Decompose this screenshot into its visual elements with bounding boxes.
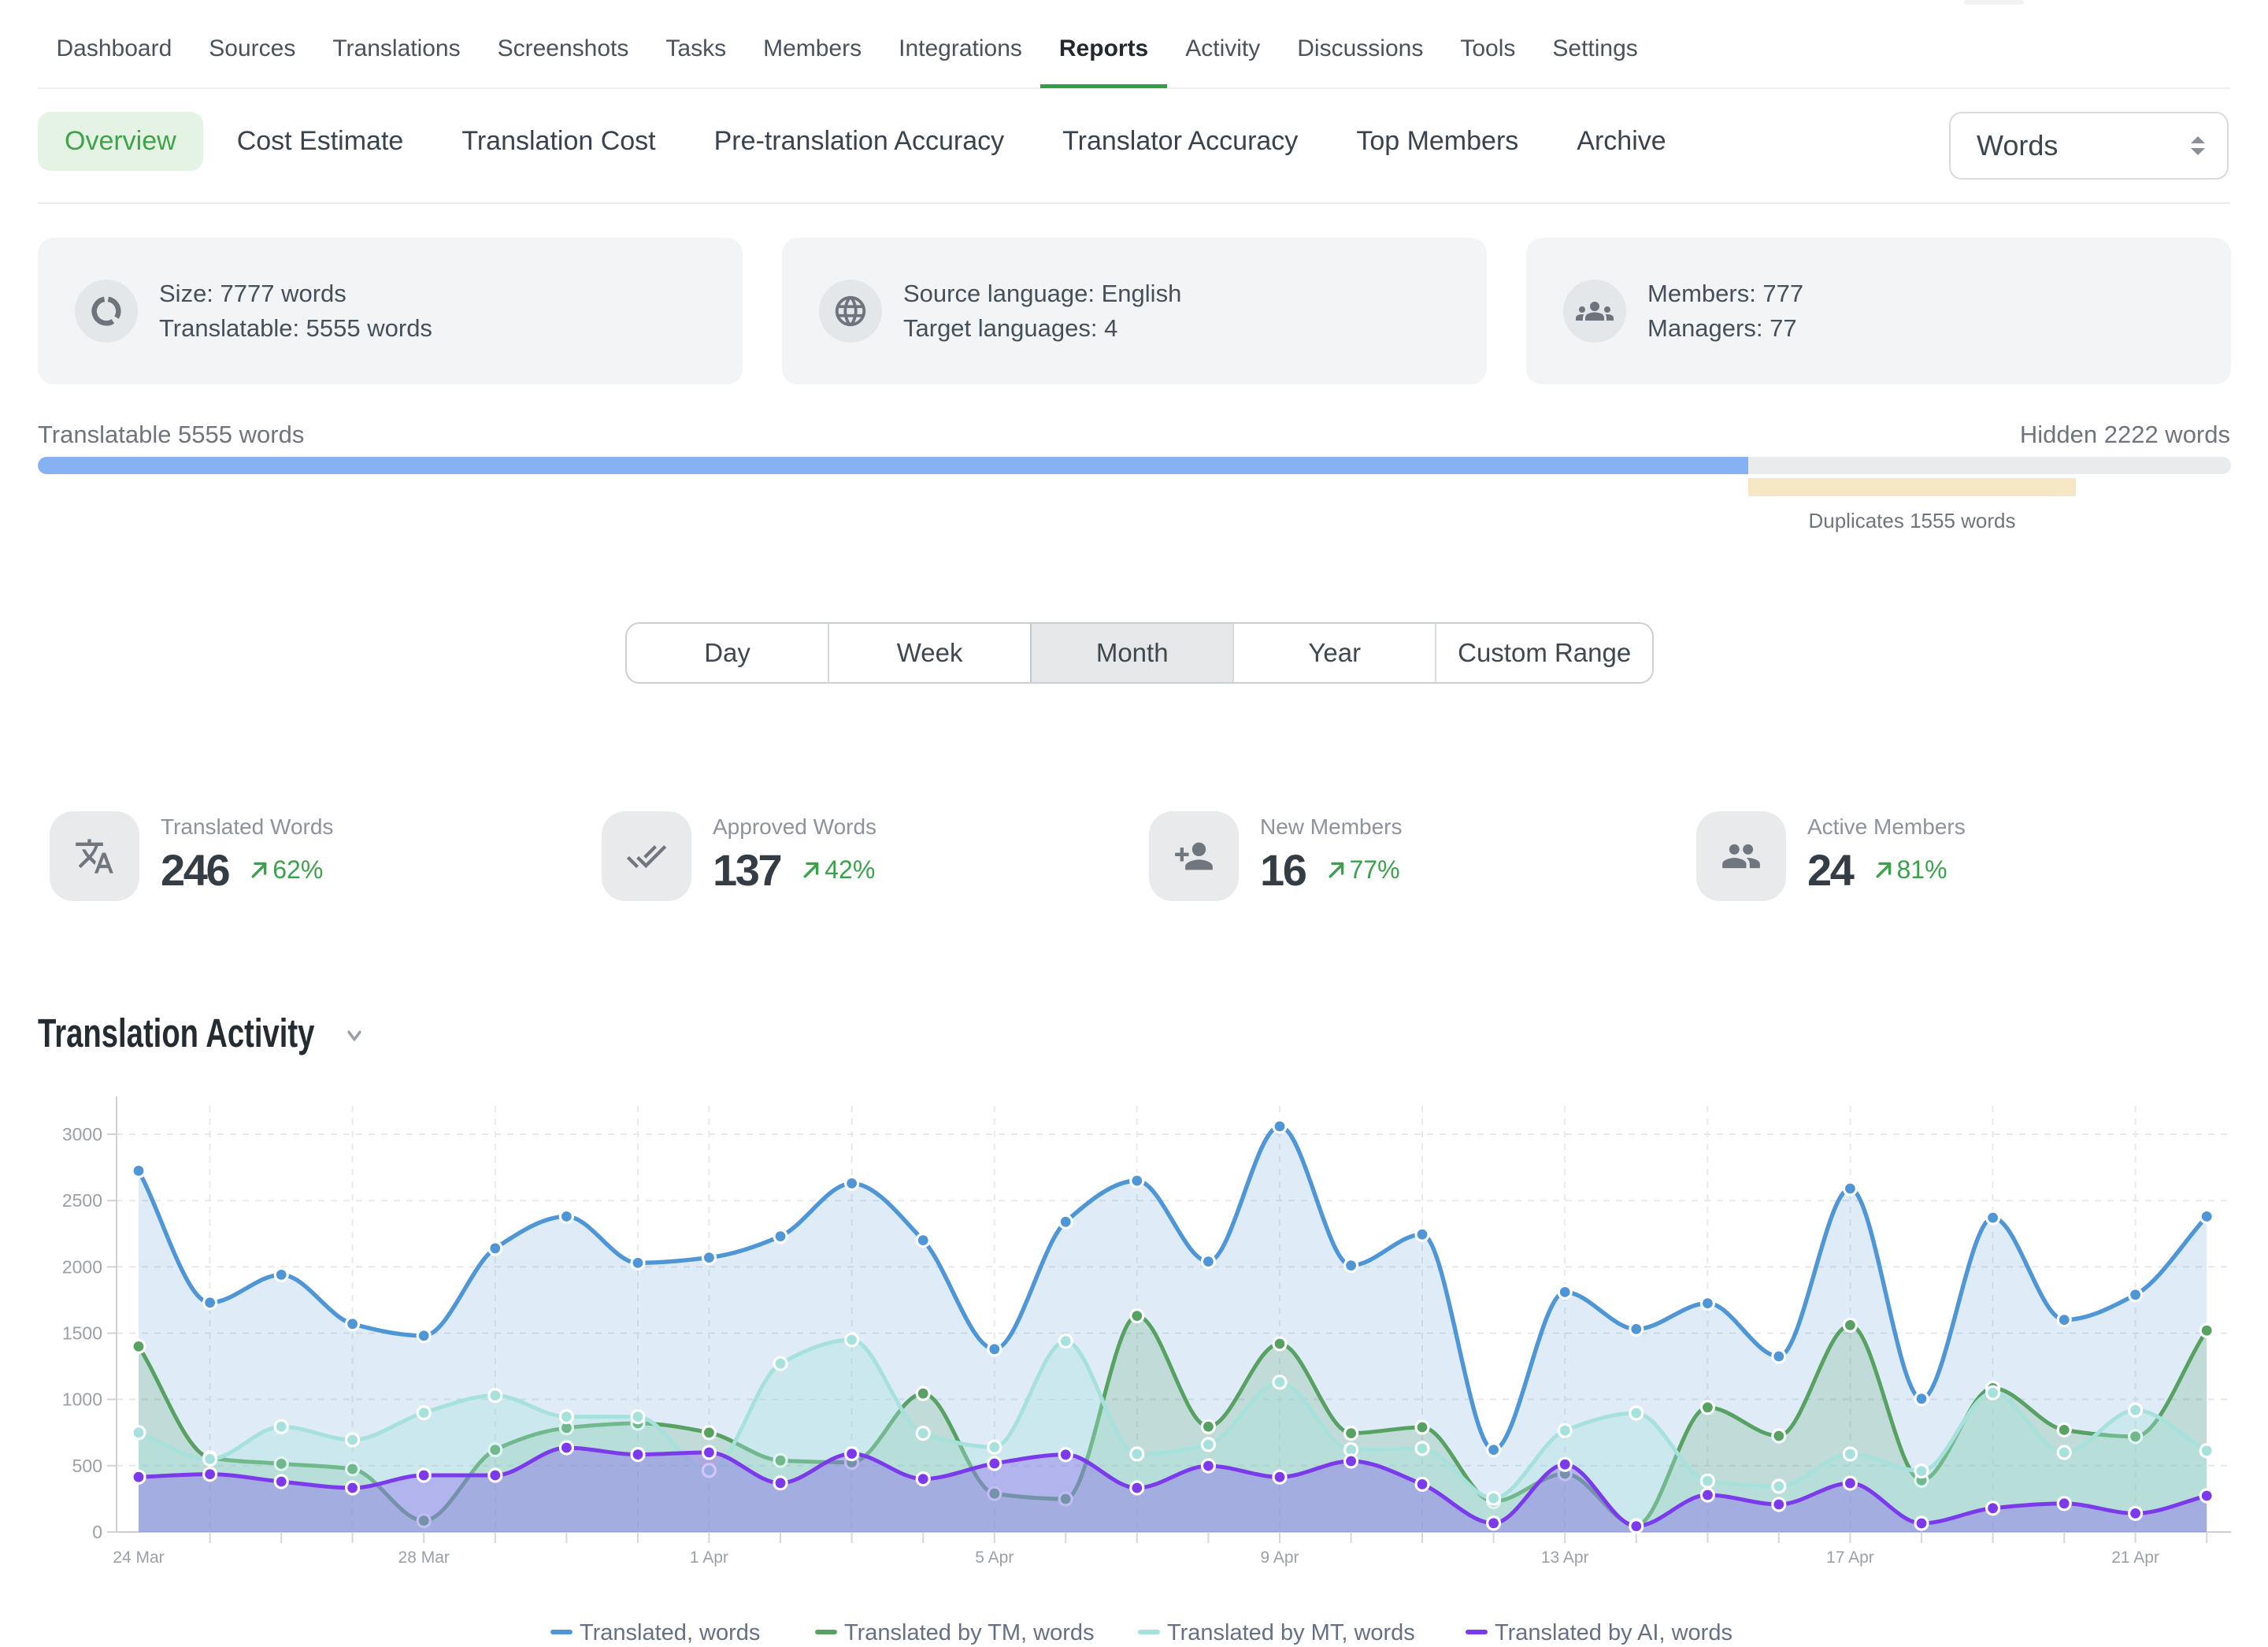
svg-text:2500: 2500 [62, 1190, 102, 1211]
svg-text:28 Mar: 28 Mar [398, 1549, 450, 1567]
svg-text:0: 0 [92, 1522, 102, 1542]
svg-text:500: 500 [72, 1456, 102, 1476]
svg-text:Translated by AI, words: Translated by AI, words [1495, 1620, 1732, 1645]
svg-text:1500: 1500 [62, 1323, 102, 1344]
svg-text:3000: 3000 [62, 1124, 102, 1144]
svg-text:5 Apr: 5 Apr [975, 1549, 1014, 1567]
svg-text:Translated by TM, words: Translated by TM, words [844, 1620, 1095, 1645]
svg-text:9 Apr: 9 Apr [1260, 1549, 1299, 1567]
svg-text:13 Apr: 13 Apr [1541, 1549, 1589, 1567]
svg-text:17 Apr: 17 Apr [1826, 1549, 1874, 1567]
svg-text:21 Apr: 21 Apr [2111, 1549, 2159, 1567]
svg-text:2000: 2000 [62, 1256, 102, 1277]
svg-text:1000: 1000 [62, 1389, 102, 1410]
svg-text:1 Apr: 1 Apr [690, 1549, 728, 1567]
svg-text:Translated, words: Translated, words [580, 1620, 760, 1645]
svg-text:24 Mar: 24 Mar [113, 1549, 164, 1567]
svg-text:Translated by MT, words: Translated by MT, words [1167, 1620, 1415, 1645]
